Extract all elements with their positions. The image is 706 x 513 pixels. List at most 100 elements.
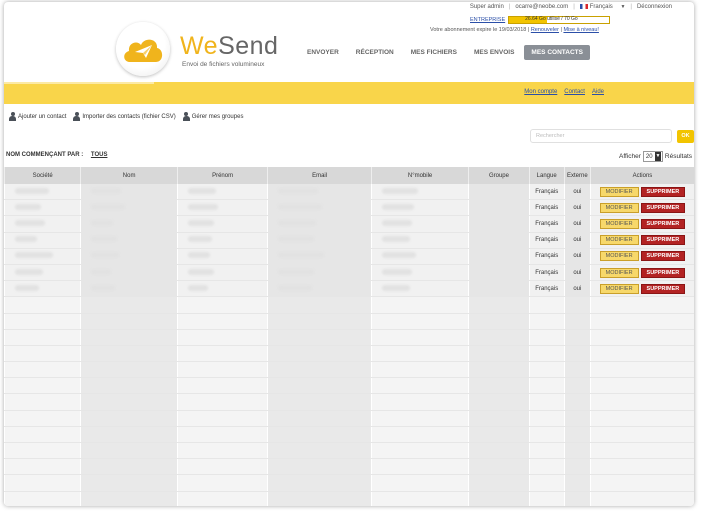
add-contact-button[interactable]: Ajouter un contact [9, 112, 66, 121]
quota-text: 26.64 Go utilisé / 70 Go [525, 16, 578, 22]
empty-cell [589, 491, 694, 506]
add-contact-label: Ajouter un contact [18, 113, 67, 120]
page-size-select[interactable]: 20 ▼ [642, 151, 663, 162]
empty-cell [563, 313, 591, 330]
nav-item-2[interactable]: MES FICHIERS [404, 45, 464, 60]
empty-cell [176, 377, 268, 395]
redacted-value [381, 268, 412, 275]
redacted-value [91, 268, 112, 275]
column-header[interactable]: Prénom [176, 167, 268, 184]
empty-cell [370, 458, 469, 476]
column-header[interactable]: Nom [80, 167, 178, 184]
empty-cell [468, 313, 530, 330]
empty-cell [80, 361, 178, 379]
search-input[interactable]: Rechercher [530, 129, 672, 143]
my-account-link[interactable]: Mon compte [524, 89, 557, 95]
nav-item-0[interactable]: ENVOYER [300, 45, 346, 60]
manage-groups-button[interactable]: Gérer mes groupes [182, 112, 243, 121]
import-contacts-button[interactable]: Importer des contacts (fichier CSV) [73, 112, 176, 121]
nav-item-1[interactable]: RÉCEPTION [349, 45, 401, 60]
empty-cell [80, 313, 178, 330]
modify-button[interactable]: MODIFIER [599, 283, 639, 294]
redacted-cell [176, 199, 268, 217]
table-row[interactable]: Français oui MODIFIER SUPPRIMER [4, 215, 694, 233]
quota-bar: 26.64 Go utilisé / 70 Go [508, 16, 611, 24]
redacted-cell [267, 264, 372, 282]
modify-button[interactable]: MODIFIER [599, 251, 639, 262]
add-user-icon [9, 112, 16, 121]
empty-cell [563, 296, 591, 314]
empty-cell [589, 474, 694, 492]
column-header[interactable]: Groupe [468, 167, 530, 184]
redacted-value [278, 203, 323, 210]
table-row[interactable]: Français oui MODIFIER SUPPRIMER [4, 184, 694, 201]
table-row[interactable]: Français oui MODIFIER SUPPRIMER [4, 232, 694, 249]
table-row[interactable]: Français oui MODIFIER SUPPRIMER [4, 264, 694, 282]
redacted-value [187, 203, 218, 210]
delete-button[interactable]: SUPPRIMER [640, 267, 686, 278]
column-header[interactable]: Externe [563, 167, 591, 184]
delete-button[interactable]: SUPPRIMER [640, 235, 686, 246]
filter-all-link[interactable]: TOUS [91, 152, 108, 158]
redacted-cell [176, 248, 268, 265]
delete-button[interactable]: SUPPRIMER [640, 202, 686, 213]
column-header[interactable]: Société [4, 167, 81, 184]
column-header[interactable]: Email [267, 167, 372, 184]
redacted-cell [80, 248, 178, 265]
column-header[interactable]: Langue [528, 167, 565, 184]
empty-row [4, 474, 694, 492]
modify-button[interactable]: MODIFIER [599, 235, 639, 246]
empty-row [4, 361, 694, 379]
redacted-value [91, 284, 116, 291]
contact-link[interactable]: Contact [564, 89, 585, 95]
modify-button[interactable]: MODIFIER [599, 202, 639, 213]
upgrade-link[interactable]: Mise à niveau! [563, 27, 598, 33]
empty-cell [267, 377, 372, 395]
help-link[interactable]: Aide [592, 89, 604, 95]
empty-cell [563, 442, 591, 460]
language-selector[interactable]: Français ▼ [579, 4, 626, 11]
subscription-status: ENTREPRISE 26.64 Go utilisé / 70 Go [470, 16, 611, 24]
nav-item-4[interactable]: MES CONTACTS [524, 45, 590, 60]
redacted-value [91, 187, 122, 194]
actions-cell: MODIFIER SUPPRIMER [589, 280, 694, 298]
empty-row [4, 296, 694, 314]
delete-button[interactable]: SUPPRIMER [640, 283, 686, 294]
empty-cell [4, 361, 81, 379]
empty-cell [370, 377, 469, 395]
logout-link[interactable]: Déconnexion [637, 4, 672, 10]
empty-cell [80, 296, 178, 314]
table-row[interactable]: Français oui MODIFIER SUPPRIMER [4, 199, 694, 217]
empty-cell [4, 377, 81, 395]
redacted-value [381, 252, 416, 259]
renew-link[interactable]: Renouveler [531, 27, 559, 33]
empty-cell [563, 426, 591, 444]
nav-item-3[interactable]: MES ENVOIS [467, 45, 521, 60]
empty-cell [80, 491, 178, 506]
table-row[interactable]: Français oui MODIFIER SUPPRIMER [4, 280, 694, 298]
chevron-down-icon: ▼ [620, 4, 626, 11]
modify-button[interactable]: MODIFIER [599, 218, 639, 229]
delete-button[interactable]: SUPPRIMER [640, 218, 686, 229]
delete-button[interactable]: SUPPRIMER [640, 186, 686, 197]
redacted-value [278, 187, 319, 194]
empty-cell [4, 458, 81, 476]
top-bar: Super admin | ocarre@neobe.com | Françai… [470, 4, 672, 10]
modify-button[interactable]: MODIFIER [599, 267, 639, 278]
empty-cell [528, 393, 565, 411]
modify-button[interactable]: MODIFIER [599, 186, 639, 197]
delete-button[interactable]: SUPPRIMER [640, 251, 686, 262]
table-header: Société Nom Prénom Email N°mobile Groupe Langu… [4, 167, 694, 184]
cloud-logo-icon [124, 39, 163, 62]
empty-cell [370, 313, 469, 330]
column-header[interactable]: Actions [589, 167, 694, 184]
empty-cell [589, 458, 694, 476]
empty-cell [370, 329, 469, 346]
redacted-cell [4, 232, 81, 249]
table-row[interactable]: Français oui MODIFIER SUPPRIMER [4, 248, 694, 265]
column-header[interactable]: N°mobile [370, 167, 469, 184]
logo[interactable] [116, 22, 170, 76]
empty-row [4, 426, 694, 444]
alpha-filter: NOM COMMENÇANT PAR : TOUS [6, 152, 107, 158]
search-ok-button[interactable]: OK [677, 130, 694, 143]
